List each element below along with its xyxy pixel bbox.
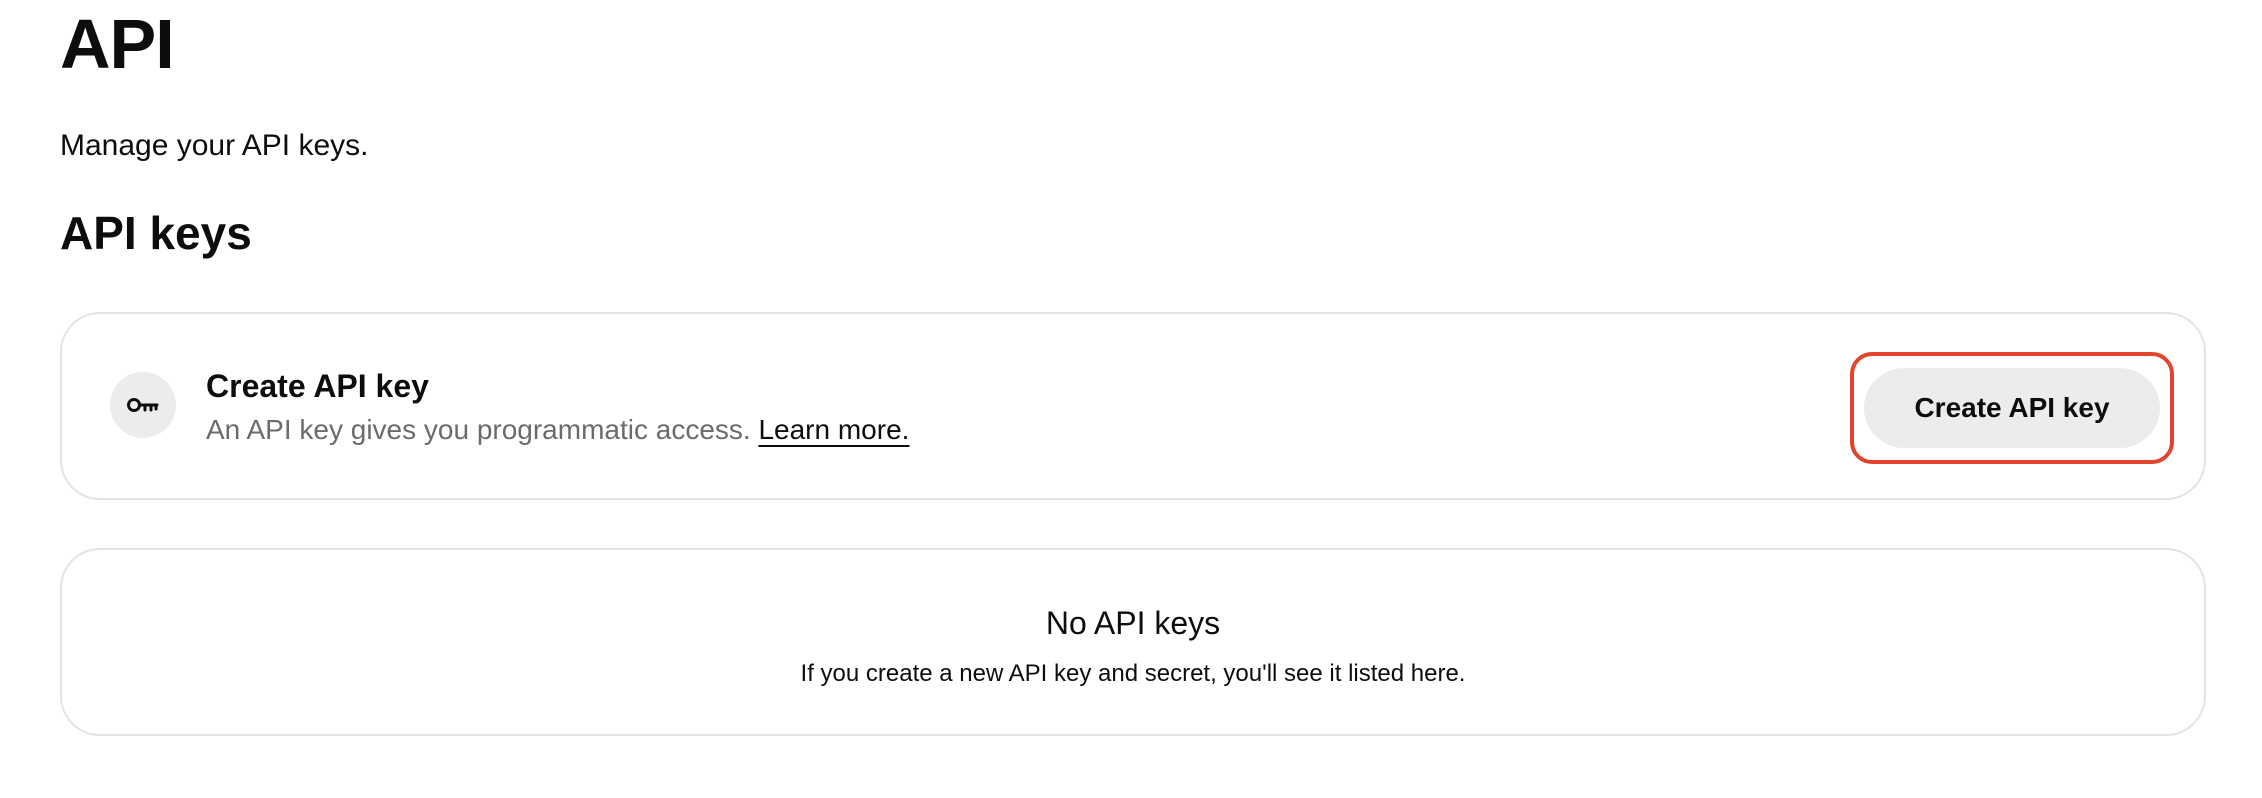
empty-state-title: No API keys — [1045, 605, 1221, 641]
page-subtitle: Manage your API keys. — [60, 129, 369, 162]
learn-more-link[interactable]: Learn more. — [758, 414, 909, 445]
create-api-key-description: An API key gives you programmatic access… — [206, 414, 751, 445]
create-api-key-description-row: An API key gives you programmatic access… — [206, 412, 909, 448]
key-icon — [110, 372, 176, 438]
create-api-key-button[interactable]: Create API key — [1864, 368, 2160, 448]
page-title: API — [60, 5, 175, 83]
create-api-key-heading: Create API key — [206, 368, 429, 404]
empty-state-description: If you create a new API key and secret, … — [800, 660, 1466, 687]
create-api-key-card: Create API key An API key gives you prog… — [60, 312, 2206, 500]
api-page: API Manage your API keys. API keys Creat… — [0, 0, 2262, 798]
api-keys-section-title: API keys — [60, 207, 252, 259]
create-api-key-text: Create API key An API key gives you prog… — [206, 366, 909, 448]
api-keys-empty-state: No API keys If you create a new API key … — [60, 548, 2206, 736]
